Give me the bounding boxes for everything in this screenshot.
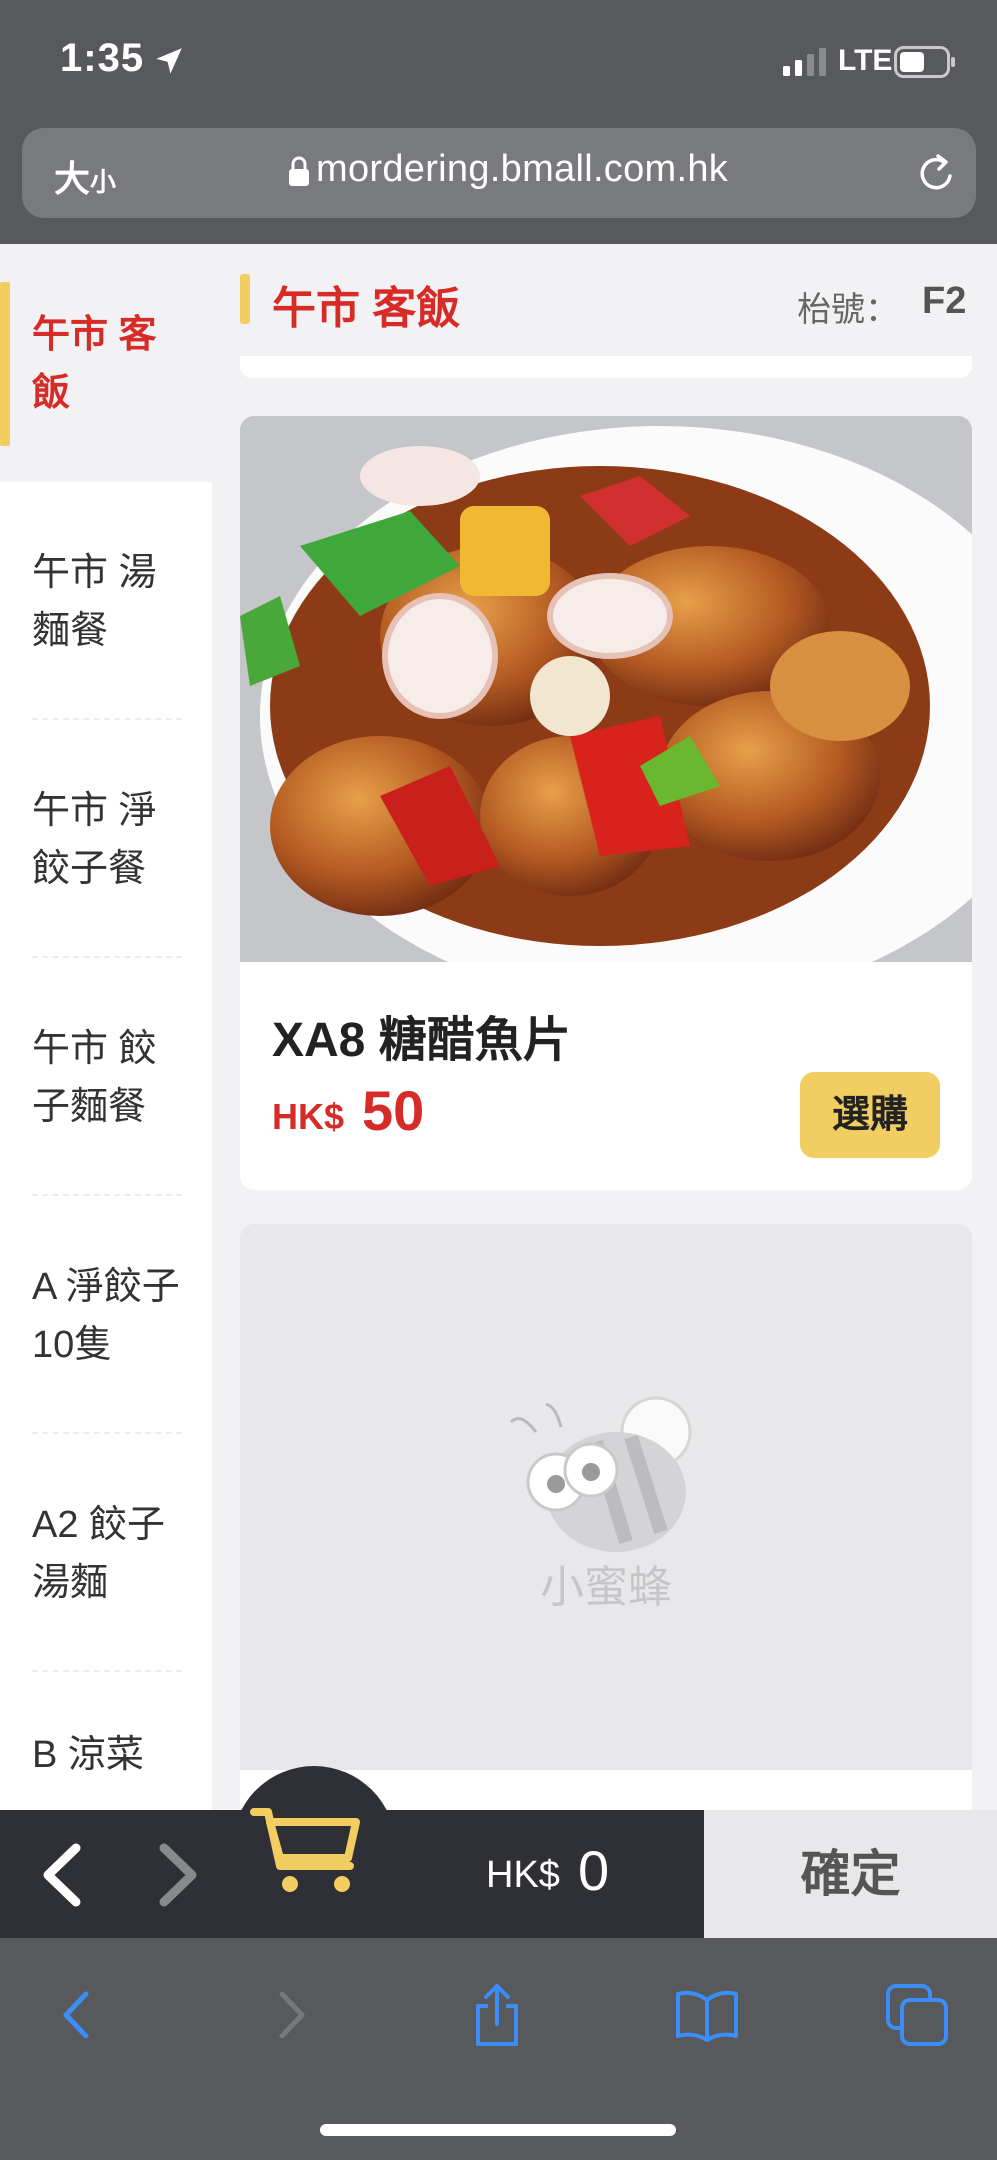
product-card-loading[interactable]: 小蜜蜂	[240, 1224, 972, 1784]
table-number: F2	[922, 280, 967, 322]
tabs-icon[interactable]	[884, 1982, 950, 2048]
chevron-left-icon[interactable]	[36, 1840, 90, 1910]
sidebar-item-a2-dumpling-soup[interactable]: A2 餃子湯麵	[0, 1434, 212, 1672]
sidebar-item-label: 午市 餃子麵餐	[32, 1028, 157, 1128]
sidebar-item-lunch-dumplings[interactable]: 午市 淨餃子餐	[0, 720, 212, 958]
lock-icon	[289, 156, 309, 186]
cart-bar: HK$ 0 確定	[0, 1766, 997, 1938]
dish-name: XA8 糖醋魚片	[272, 1014, 571, 1067]
sidebar-item-a-dumplings[interactable]: A 淨餃子10隻	[0, 1196, 212, 1434]
sidebar-item-label: A2 餃子湯麵	[32, 1504, 166, 1604]
location-arrow-icon	[156, 48, 182, 74]
brand-text: 小蜜蜂	[540, 1562, 672, 1613]
confirm-button[interactable]: 確定	[704, 1810, 997, 1938]
sidebar-item-lunch-noodle-soup[interactable]: 午市 湯麵餐	[0, 482, 212, 720]
bee-logo-icon: 小蜜蜂	[509, 1396, 692, 1613]
sidebar-item-b-cold-dishes[interactable]: B 涼菜	[0, 1672, 212, 1810]
select-button[interactable]: 選購	[800, 1072, 940, 1158]
battery-icon	[894, 46, 955, 78]
sidebar-item-lunch-rice[interactable]: 午市 客飯	[0, 244, 212, 482]
active-indicator	[0, 282, 10, 446]
chevron-right-icon[interactable]	[150, 1840, 204, 1910]
bookmarks-icon[interactable]	[674, 1982, 740, 2048]
product-card[interactable]: XA8 糖醋魚片 HK$ 50 選購	[240, 416, 972, 1190]
cart-total-value: 0	[578, 1839, 610, 1902]
sidebar-item-lunch-dumpling-noodle[interactable]: 午市 餃子麵餐	[0, 958, 212, 1196]
category-sidebar: 午市 客飯 午市 湯麵餐 午市 淨餃子餐 午市 餃子麵餐 A 淨餃子10隻 A2…	[0, 244, 212, 1810]
reload-icon[interactable]	[914, 150, 960, 196]
previous-card-edge	[240, 356, 972, 378]
browser-toolbar	[0, 1938, 997, 2160]
address-bar[interactable]: 大小 mordering.bmall.com.hk	[22, 128, 976, 218]
cart-icon[interactable]	[246, 1782, 374, 1910]
network-type: LTE	[838, 44, 893, 77]
sidebar-item-label: 午市 客飯	[32, 314, 157, 414]
menu-content: 午市 客飯 枱號： F2 XA8 糖醋魚片 HK$ 50 選購 小蜜蜂	[212, 244, 997, 1810]
forward-icon[interactable]	[258, 1982, 324, 2048]
category-accent-bar	[240, 274, 250, 324]
food-photo	[240, 416, 972, 962]
price-value: 50	[362, 1079, 425, 1142]
sidebar-item-label: A 淨餃子10隻	[32, 1266, 180, 1366]
category-title: 午市 客飯	[272, 284, 461, 333]
ordering-app: 午市 客飯 午市 湯麵餐 午市 淨餃子餐 午市 餃子麵餐 A 淨餃子10隻 A2…	[0, 244, 997, 1810]
back-icon[interactable]	[44, 1982, 110, 2048]
status-time: 1:35	[60, 36, 145, 80]
share-icon[interactable]	[464, 1982, 530, 2048]
home-indicator	[320, 2124, 676, 2136]
sidebar-item-label: B 涼菜	[32, 1734, 144, 1776]
url-text[interactable]: mordering.bmall.com.hk	[316, 148, 728, 191]
text-size-button[interactable]: 大小	[54, 150, 116, 202]
price-currency: HK$	[272, 1096, 345, 1137]
status-bar: 1:35 LTE	[0, 0, 997, 120]
signal-icon	[783, 48, 826, 76]
sidebar-item-label: 午市 湯麵餐	[32, 552, 157, 652]
cart-total-currency: HK$	[486, 1854, 560, 1896]
table-label: 枱號：	[797, 291, 899, 329]
sidebar-item-label: 午市 淨餃子餐	[32, 790, 157, 890]
